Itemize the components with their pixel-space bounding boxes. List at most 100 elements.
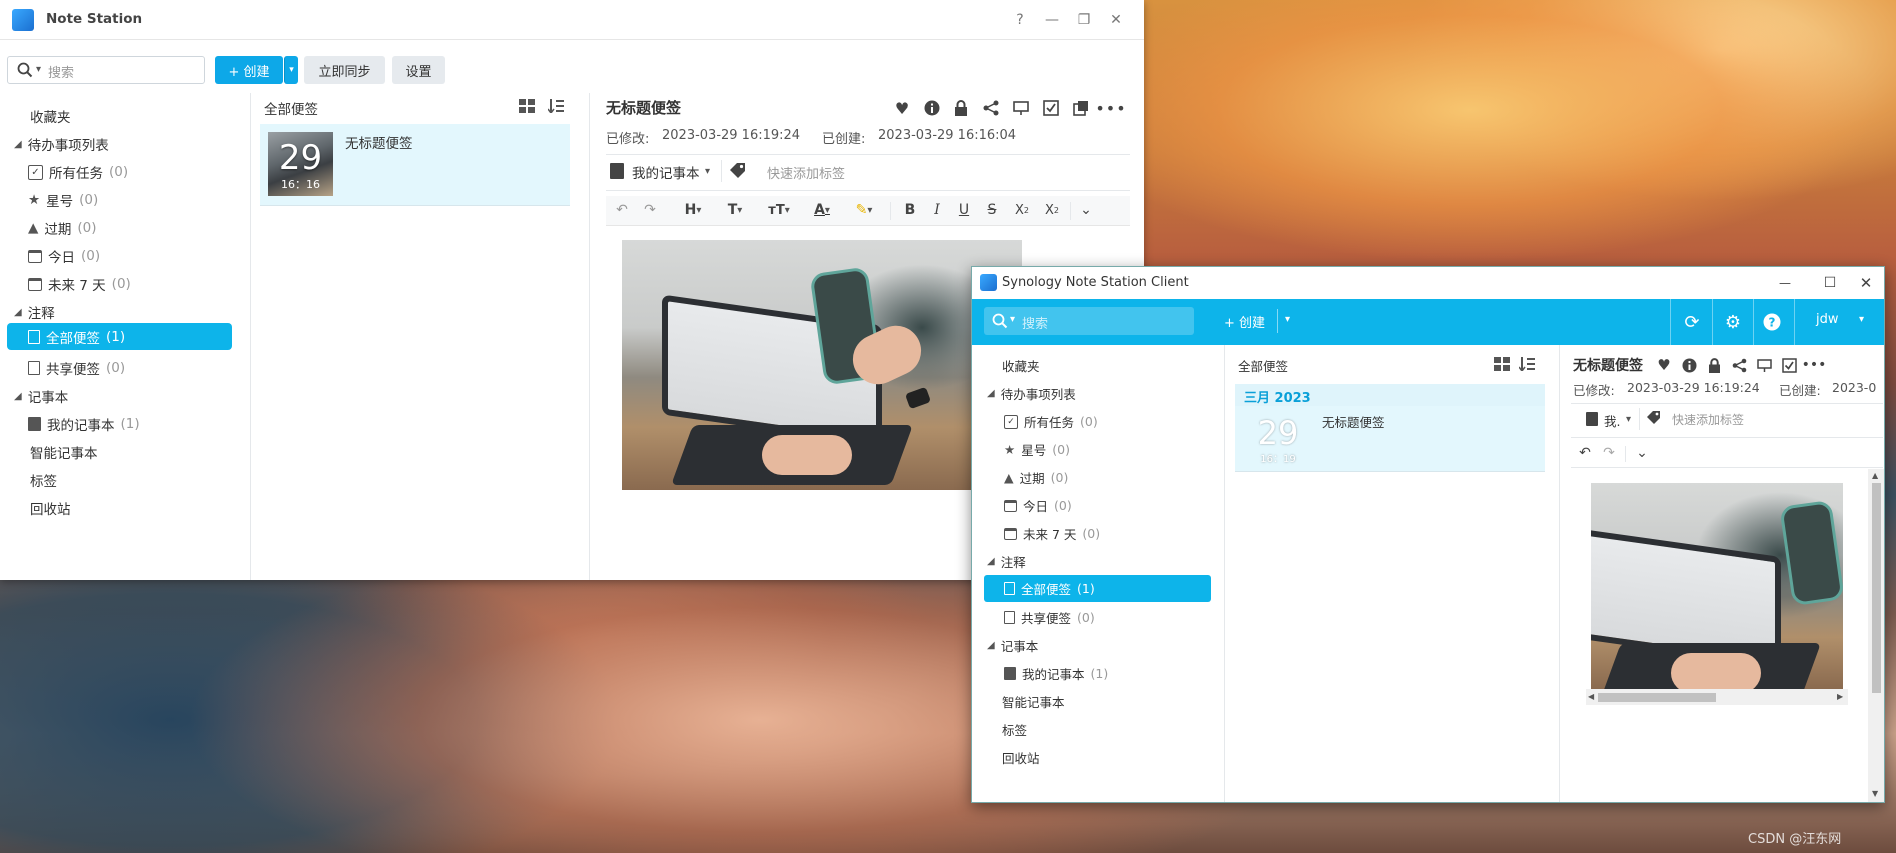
more-icon[interactable]: ••• — [1802, 356, 1827, 374]
help-icon[interactable]: ? — [1760, 311, 1784, 333]
italic-icon[interactable]: I — [927, 198, 947, 222]
underline-icon[interactable]: U — [954, 198, 974, 222]
sidebar-item-overdue[interactable]: ▲ 过期 (0) — [1004, 468, 1068, 487]
note-image[interactable] — [1591, 483, 1843, 689]
notebook-selector[interactable]: 我的记事本 — [632, 162, 700, 182]
expand-toolbar-icon[interactable]: ⌄ — [1076, 198, 1096, 222]
presentation-icon[interactable] — [1011, 98, 1031, 118]
settings-button[interactable]: 设置 — [392, 56, 445, 84]
sidebar-item-next-7-days[interactable]: 未来 7 天 (0) — [28, 274, 131, 294]
note-title[interactable]: 无标题便签 — [1573, 355, 1643, 375]
sidebar-item-smart-notebooks[interactable]: 智能记事本 — [30, 442, 98, 462]
create-dropdown-button[interactable]: ▾ — [284, 56, 298, 84]
strikethrough-icon[interactable]: S — [982, 198, 1002, 222]
sidebar-group-todo[interactable]: ◢ 待办事项列表 — [987, 384, 1076, 403]
search-dropdown-icon[interactable]: ▾ — [36, 64, 41, 75]
search-input[interactable]: ▾ 搜索 — [7, 56, 205, 84]
notebook-dropdown-icon[interactable]: ▾ — [1626, 414, 1631, 425]
grid-view-icon[interactable] — [518, 98, 536, 114]
scrollbar-thumb[interactable] — [1872, 483, 1881, 693]
sidebar-item-overdue[interactable]: ▲ 过期 (0) — [28, 218, 97, 238]
maximize-button[interactable]: ❐ — [1074, 10, 1094, 30]
sidebar-item-today[interactable]: 今日 (0) — [28, 246, 100, 266]
sidebar-item-favorites[interactable]: 收藏夹 — [30, 106, 71, 126]
sidebar-item-shared-notes[interactable]: 共享便签 (0) — [28, 358, 125, 378]
share-icon[interactable] — [981, 98, 1001, 118]
sidebar-item-my-notebook[interactable]: 我的记事本 (1) — [28, 414, 140, 434]
maximize-button[interactable]: ☐ — [1812, 271, 1848, 295]
sidebar-item-my-notebook[interactable]: 我的记事本 (1) — [1004, 664, 1108, 683]
add-tag-icon[interactable] — [728, 161, 748, 181]
create-dropdown-button[interactable]: ▾ — [1285, 314, 1290, 325]
sidebar-item-today[interactable]: 今日 (0) — [1004, 496, 1072, 515]
sidebar-group-notes[interactable]: ◢ 注释 — [14, 302, 55, 322]
notebook-dropdown-icon[interactable]: ▾ — [705, 166, 710, 177]
grid-view-icon[interactable] — [1493, 356, 1511, 372]
sidebar-item-favorites[interactable]: 收藏夹 — [1002, 356, 1040, 375]
tag-input[interactable]: 快速添加标签 — [767, 163, 845, 182]
note-card[interactable]: 29 16：16 无标题便签 — [260, 124, 570, 206]
lock-icon[interactable] — [1705, 356, 1723, 374]
sidebar-item-trash[interactable]: 回收站 — [1002, 748, 1040, 767]
sidebar-item-shared-notes[interactable]: 共享便签 (0) — [1004, 608, 1095, 627]
sidebar-item-starred[interactable]: ★ 星号 (0) — [28, 190, 98, 210]
more-icon[interactable]: ••• — [1095, 98, 1125, 118]
sync-now-button[interactable]: 立即同步 — [304, 56, 385, 84]
scrollbar-thumb[interactable] — [1598, 693, 1716, 702]
minimize-button[interactable]: — — [1042, 10, 1062, 30]
search-dropdown-icon[interactable]: ▾ — [1010, 314, 1015, 325]
share-icon[interactable] — [1730, 356, 1748, 374]
favorite-heart-icon[interactable]: ♥ — [892, 98, 912, 118]
font-size-icon[interactable]: тT ▾ — [762, 198, 796, 222]
font-color-icon[interactable]: A ▾ — [806, 198, 838, 222]
highlight-icon[interactable]: ✎ ▾ — [848, 198, 880, 222]
sync-icon[interactable]: ⟳ — [1680, 311, 1704, 333]
todo-check-icon[interactable] — [1780, 356, 1798, 374]
info-icon[interactable] — [1680, 356, 1698, 374]
sidebar-item-all-tasks[interactable]: ✓ 所有任务 (0) — [1004, 412, 1098, 431]
sidebar-group-notebooks[interactable]: ◢ 记事本 — [987, 636, 1038, 655]
heading-icon[interactable]: H ▾ — [678, 198, 708, 222]
sidebar-group-todo[interactable]: ◢ 待办事项列表 — [14, 134, 109, 154]
sidebar-item-starred[interactable]: ★ 星号 (0) — [1004, 440, 1070, 459]
superscript-icon[interactable]: X2 — [1040, 198, 1064, 222]
bold-icon[interactable]: B — [900, 198, 920, 222]
create-button[interactable]: + 创建 — [1224, 312, 1265, 331]
sidebar-item-all-notes[interactable]: 全部便签 (1) — [7, 323, 232, 350]
user-menu[interactable]: jdw — [1816, 312, 1839, 327]
sidebar-item-tags[interactable]: 标签 — [1002, 720, 1027, 739]
sidebar-item-trash[interactable]: 回收站 — [30, 498, 71, 518]
minimize-button[interactable]: — — [1767, 271, 1803, 295]
font-icon[interactable]: T ▾ — [720, 198, 750, 222]
redo-icon[interactable]: ↷ — [1599, 442, 1619, 464]
tag-input[interactable]: 快速添加标签 — [1672, 411, 1744, 428]
undo-icon[interactable]: ↶ — [1575, 442, 1595, 464]
sidebar-item-next-7-days[interactable]: 未来 7 天 (0) — [1004, 524, 1100, 543]
sidebar-group-notebooks[interactable]: ◢ 记事本 — [14, 386, 68, 406]
sort-icon[interactable] — [547, 98, 565, 114]
notebook-selector[interactable]: 我. — [1604, 411, 1620, 430]
help-icon[interactable]: ? — [1010, 10, 1030, 30]
sidebar-item-all-notes[interactable]: 全部便签 (1) — [984, 575, 1211, 602]
presentation-icon[interactable] — [1755, 356, 1773, 374]
close-button[interactable]: ✕ — [1848, 271, 1884, 295]
sidebar-item-all-tasks[interactable]: ✓ 所有任务 (0) — [28, 162, 128, 182]
horizontal-scrollbar[interactable]: ◀ ▶ — [1586, 689, 1848, 705]
vertical-scrollbar[interactable]: ▲ ▼ — [1868, 469, 1884, 802]
info-icon[interactable] — [922, 98, 942, 118]
create-button[interactable]: + 创建 — [215, 56, 283, 84]
lock-icon[interactable] — [951, 98, 971, 118]
note-title[interactable]: 无标题便签 — [606, 97, 681, 118]
sidebar-item-tags[interactable]: 标签 — [30, 470, 57, 490]
search-input[interactable]: ▾ 搜索 — [984, 307, 1194, 335]
sidebar-group-notes[interactable]: ◢ 注释 — [987, 552, 1026, 571]
user-dropdown-icon[interactable]: ▾ — [1859, 314, 1864, 325]
sort-icon[interactable] — [1518, 356, 1536, 372]
expand-toolbar-icon[interactable]: ⌄ — [1632, 442, 1652, 464]
favorite-heart-icon[interactable]: ♥ — [1655, 356, 1673, 374]
undo-icon[interactable]: ↶ — [612, 198, 632, 222]
redo-icon[interactable]: ↷ — [640, 198, 660, 222]
window-popout-icon[interactable] — [1071, 98, 1091, 118]
close-button[interactable]: ✕ — [1106, 10, 1126, 30]
subscript-icon[interactable]: X2 — [1010, 198, 1034, 222]
